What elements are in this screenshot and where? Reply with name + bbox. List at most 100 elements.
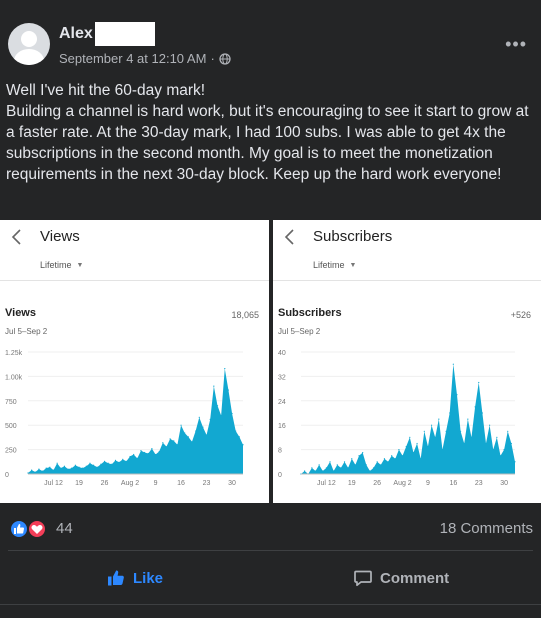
data-point [103, 460, 106, 462]
divider [8, 550, 533, 551]
comment-button-label: Comment [380, 569, 450, 587]
views-chart-panel[interactable]: Views Lifetime ▼ Views 18,065 Jul 5–Sep … [0, 220, 269, 503]
data-point [125, 460, 127, 462]
y-tick-label: 16 [278, 423, 286, 430]
data-point [89, 462, 91, 464]
subscribers-chart-panel[interactable]: Subscribers Lifetime ▼ Subscribers +526 … [273, 220, 541, 503]
data-point [383, 458, 386, 460]
avatar-silhouette-head [21, 31, 37, 47]
data-point [169, 438, 171, 440]
data-point [365, 464, 367, 466]
y-tick-label: 1.25k [5, 350, 23, 357]
data-point [41, 470, 44, 472]
data-point [391, 455, 393, 457]
data-point [318, 464, 320, 466]
love-reaction-icon[interactable] [27, 519, 47, 539]
data-point [427, 445, 429, 448]
period-label: Lifetime [40, 260, 72, 270]
chart-total: +526 [510, 310, 531, 320]
data-point [336, 464, 338, 466]
data-point [231, 412, 233, 415]
data-point [459, 430, 462, 432]
reactions-row: 44 18 Comments [0, 510, 541, 546]
data-point [227, 389, 230, 391]
chart-title: Subscribers [278, 307, 342, 319]
y-tick-label: 40 [278, 350, 286, 357]
data-point [136, 457, 138, 459]
heart-glyph [31, 525, 43, 534]
data-point [122, 458, 124, 460]
data-point [162, 442, 164, 444]
data-point [38, 468, 40, 470]
post-text-line: Building a channel is hard work, but it'… [6, 103, 529, 183]
data-point [322, 470, 324, 472]
globe-icon[interactable] [219, 52, 231, 65]
x-tick-label: Aug 2 [393, 480, 411, 487]
data-point [423, 430, 425, 432]
data-point [314, 470, 317, 472]
data-point [449, 412, 451, 414]
data-point [114, 459, 117, 461]
meta-separator: · [210, 51, 215, 66]
data-point [474, 406, 476, 408]
y-tick-label: 250 [5, 448, 17, 455]
data-point [452, 363, 454, 365]
author-name[interactable]: Alex [59, 25, 93, 43]
data-point [369, 470, 371, 472]
y-tick-label: 24 [278, 399, 286, 406]
comment-count-link[interactable]: 18 Comments [440, 520, 533, 537]
series-area [301, 364, 515, 474]
data-point [499, 455, 502, 457]
data-point [27, 472, 29, 474]
data-point [56, 462, 58, 464]
chart-date-range: Jul 5–Sep 2 [278, 327, 321, 336]
period-label: Lifetime [313, 260, 345, 270]
data-point [311, 467, 313, 469]
like-button[interactable]: Like [106, 556, 163, 600]
x-tick-label: 23 [475, 480, 483, 487]
y-tick-label: 32 [278, 374, 286, 381]
x-tick-label: Jul 12 [44, 480, 63, 487]
data-point [409, 436, 411, 438]
reaction-count[interactable]: 44 [56, 520, 73, 537]
data-point [147, 452, 149, 455]
x-tick-label: 9 [426, 480, 430, 487]
y-tick-label: 0 [5, 472, 9, 479]
data-point [180, 424, 182, 426]
name-redaction-box [95, 22, 155, 46]
x-tick-label: 26 [373, 480, 381, 487]
avatar[interactable] [8, 23, 50, 65]
data-point [354, 464, 357, 466]
data-point [78, 466, 80, 468]
x-tick-label: 9 [154, 480, 158, 487]
data-point [220, 414, 222, 417]
divider [0, 280, 269, 281]
chart-date-range: Jul 5–Sep 2 [5, 327, 48, 336]
post-timestamp[interactable]: September 4 at 12:10 AM [59, 51, 206, 66]
data-point [470, 436, 473, 438]
data-point [187, 436, 189, 438]
data-point [420, 458, 422, 460]
data-point [430, 424, 433, 426]
panel-title: Subscribers [313, 228, 393, 245]
data-point [63, 465, 66, 467]
data-point [52, 469, 55, 471]
data-point [434, 436, 436, 438]
like-reaction-icon[interactable] [9, 519, 29, 539]
data-point [195, 430, 197, 432]
views-area-chart: 1.25k 1.00k 750 500 250 0 Jul 12 19 26 Aug 2 9 16 23… [5, 350, 244, 487]
subscribers-area-chart: 40 32 24 16 8 0 Jul 12 19 26 Aug 2 9 16 23 30 [278, 350, 516, 487]
attached-chart-images[interactable]: Views Lifetime ▼ Views 18,065 Jul 5–Sep … [0, 220, 541, 503]
data-point [176, 444, 179, 446]
data-point [405, 445, 407, 448]
data-point [82, 467, 84, 469]
comment-button[interactable]: Comment [353, 556, 449, 600]
more-options-button[interactable]: ••• [505, 34, 527, 55]
thumbs-up-icon [108, 570, 124, 586]
data-point [343, 461, 346, 463]
data-point [144, 451, 146, 454]
data-point [463, 442, 465, 445]
dropdown-caret-icon: ▼ [349, 261, 357, 269]
panel-title: Views [40, 228, 80, 245]
x-tick-label: 30 [500, 480, 508, 487]
